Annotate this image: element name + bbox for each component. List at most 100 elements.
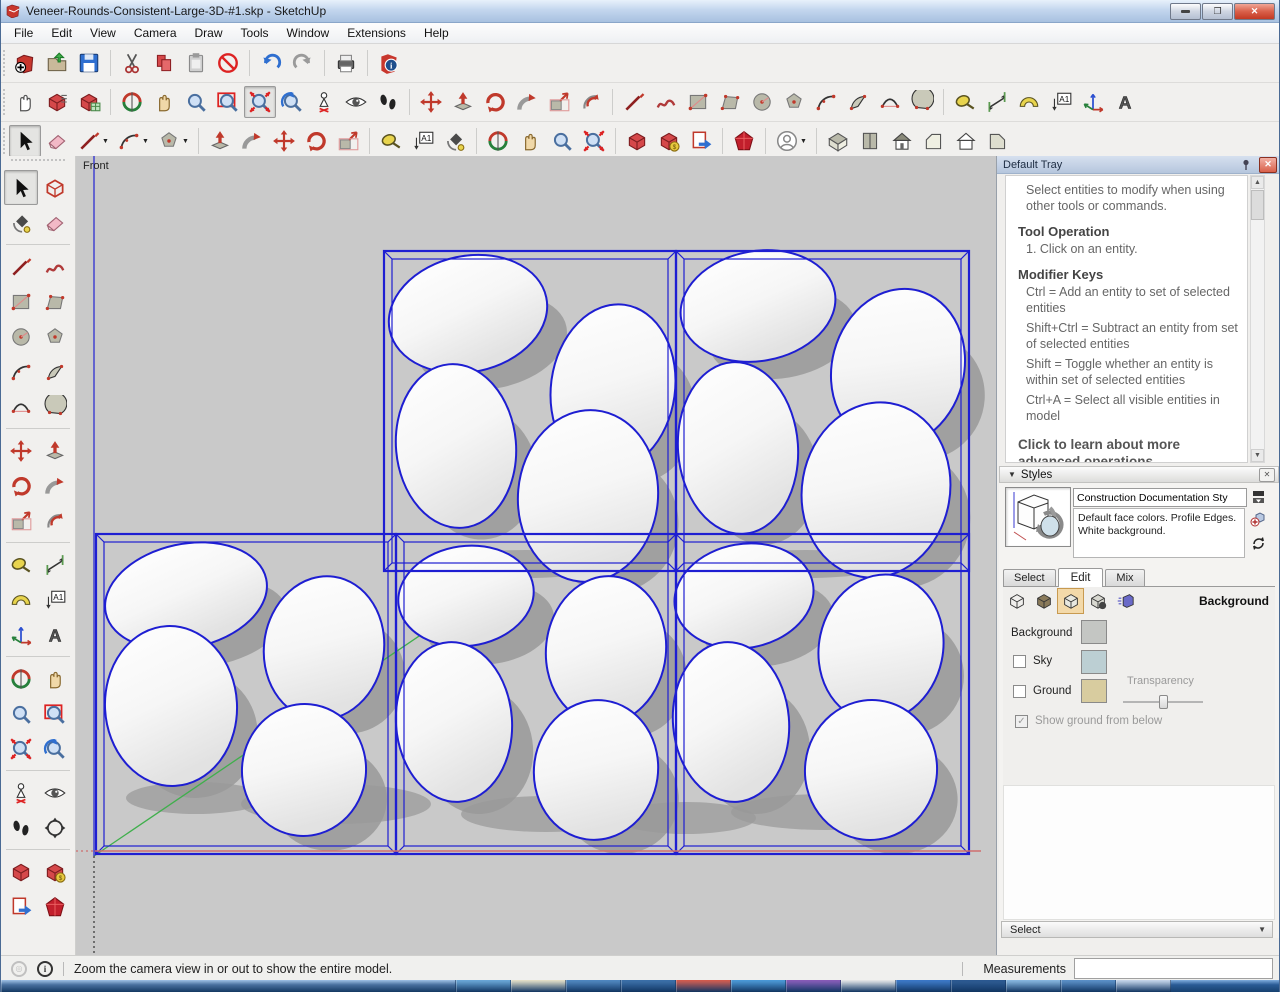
menu-edit[interactable]: Edit	[42, 24, 81, 42]
line-button[interactable]	[4, 249, 38, 284]
push-pull-button[interactable]	[204, 125, 236, 157]
style-thumbnail[interactable]	[1005, 487, 1071, 547]
open-button[interactable]	[41, 47, 73, 79]
get-models-button[interactable]: $	[653, 125, 685, 157]
background-swatch[interactable]	[1081, 620, 1107, 644]
text-button[interactable]: A1	[1045, 86, 1077, 118]
zoom-extents-button[interactable]	[4, 731, 38, 766]
tab-select[interactable]: Select	[1003, 569, 1056, 586]
walk-button[interactable]	[372, 86, 404, 118]
tray-close-icon[interactable]: ✕	[1259, 157, 1277, 173]
menu-extensions[interactable]: Extensions	[338, 24, 415, 42]
secondary-pane-icon[interactable]	[1249, 488, 1267, 505]
orbit-button[interactable]	[482, 125, 514, 157]
new-button[interactable]	[9, 47, 41, 79]
line-button[interactable]	[618, 86, 650, 118]
dropdown-arrow-icon[interactable]: ▼	[800, 138, 807, 145]
arc-2-button[interactable]	[874, 86, 906, 118]
scale-button[interactable]	[4, 503, 38, 538]
extension-warehouse-button[interactable]	[728, 125, 760, 157]
styles-panel-header[interactable]: ▼ Styles ✕	[999, 466, 1279, 483]
text-button[interactable]: A1	[38, 582, 72, 617]
component-attributes-button[interactable]	[73, 86, 105, 118]
taskbar-start-area[interactable]	[1, 980, 456, 992]
follow-me-button[interactable]	[38, 468, 72, 503]
taskbar-app-button[interactable]	[676, 980, 731, 992]
zoom-previous-button[interactable]	[38, 731, 72, 766]
push-pull-button[interactable]	[447, 86, 479, 118]
slider-thumb[interactable]	[1159, 695, 1168, 709]
protractor-button[interactable]	[4, 582, 38, 617]
zoom-previous-button[interactable]	[276, 86, 308, 118]
scale-button[interactable]	[332, 125, 364, 157]
component-options-button[interactable]	[41, 86, 73, 118]
rectangle-button[interactable]	[682, 86, 714, 118]
styles-close-icon[interactable]: ✕	[1259, 468, 1275, 482]
help-info-icon[interactable]: i	[37, 961, 53, 977]
view-left-button[interactable]	[982, 125, 1014, 157]
close-button[interactable]: ✕	[1234, 3, 1275, 20]
offset-button[interactable]	[38, 503, 72, 538]
move-button[interactable]	[268, 125, 300, 157]
move-button[interactable]	[4, 433, 38, 468]
paint-bucket-button[interactable]	[439, 125, 471, 157]
pan-button[interactable]	[148, 86, 180, 118]
dimension-button[interactable]	[981, 86, 1013, 118]
rotate-button[interactable]	[479, 86, 511, 118]
pie-button[interactable]	[842, 86, 874, 118]
paint-bucket-button[interactable]	[4, 205, 38, 240]
polygon-button[interactable]	[778, 86, 810, 118]
orbit-button[interactable]	[116, 86, 148, 118]
menu-help[interactable]: Help	[415, 24, 458, 42]
freehand-button[interactable]	[38, 249, 72, 284]
share-model-button[interactable]	[685, 125, 717, 157]
scroll-thumb[interactable]	[1251, 190, 1264, 220]
sky-swatch[interactable]	[1081, 650, 1107, 674]
pie-button[interactable]	[38, 354, 72, 389]
modeling-settings-icon[interactable]	[1111, 588, 1138, 614]
scroll-down-icon[interactable]: ▼	[1251, 449, 1264, 462]
view-iso-button[interactable]	[822, 125, 854, 157]
look-around-button[interactable]	[340, 86, 372, 118]
redo-button[interactable]	[287, 47, 319, 79]
dropdown-arrow-icon[interactable]: ▼	[182, 138, 189, 145]
taskbar-app-button[interactable]	[1061, 980, 1116, 992]
taskbar-app-button[interactable]	[1116, 980, 1171, 992]
line-button[interactable]: ▼	[73, 125, 113, 157]
watermark-settings-icon[interactable]	[1084, 588, 1111, 614]
freehand-button[interactable]	[650, 86, 682, 118]
taskbar-app-button[interactable]	[1006, 980, 1061, 992]
rotated-rectangle-button[interactable]	[714, 86, 746, 118]
shapes-button[interactable]: ▼	[153, 125, 193, 157]
arc-2-button[interactable]	[4, 389, 38, 424]
eraser-button[interactable]	[41, 125, 73, 157]
paste-button[interactable]	[180, 47, 212, 79]
menu-file[interactable]: File	[5, 24, 42, 42]
offset-button[interactable]	[575, 86, 607, 118]
sky-checkbox[interactable]	[1013, 655, 1026, 668]
instructor-advanced-link[interactable]: Click to learn about more advanced opera…	[1018, 436, 1241, 463]
select-button[interactable]	[4, 170, 38, 205]
zoom-extents-button[interactable]	[578, 125, 610, 157]
protractor-button[interactable]	[1013, 86, 1045, 118]
geolocation-icon[interactable]: ◎	[11, 961, 27, 977]
look-around-button[interactable]	[38, 775, 72, 810]
menu-tools[interactable]: Tools	[232, 24, 278, 42]
taskbar-app-button[interactable]	[456, 980, 511, 992]
view-front-button[interactable]	[886, 125, 918, 157]
menu-draw[interactable]: Draw	[186, 24, 232, 42]
polygon-button[interactable]	[38, 319, 72, 354]
model-info-button[interactable]: i	[373, 47, 405, 79]
update-style-icon[interactable]	[1249, 535, 1267, 552]
tape-measure-button[interactable]	[949, 86, 981, 118]
scroll-up-icon[interactable]: ▲	[1251, 176, 1264, 189]
zoom-button[interactable]	[4, 696, 38, 731]
interact-button[interactable]	[9, 86, 41, 118]
scale-button[interactable]	[543, 86, 575, 118]
nav-target-button[interactable]	[38, 810, 72, 845]
3d-warehouse-button[interactable]	[4, 854, 38, 889]
dimension-button[interactable]	[38, 547, 72, 582]
menu-camera[interactable]: Camera	[125, 24, 186, 42]
rectangle-button[interactable]	[4, 284, 38, 319]
position-camera-button[interactable]	[4, 775, 38, 810]
